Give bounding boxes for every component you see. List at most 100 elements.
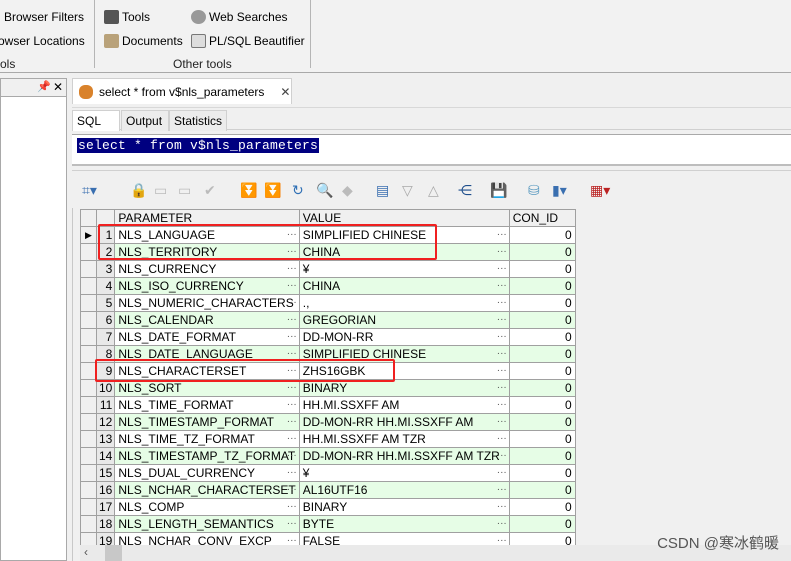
delete-record-icon[interactable]: ▭ bbox=[178, 183, 191, 197]
row-indicator[interactable] bbox=[80, 311, 97, 329]
browser-locations-button[interactable]: owser Locations bbox=[0, 34, 85, 48]
ellipsis-button[interactable]: ··· bbox=[287, 279, 297, 294]
cell-parameter[interactable]: NLS_COMP ··· bbox=[114, 498, 300, 516]
ellipsis-button[interactable]: ··· bbox=[497, 398, 507, 413]
save-icon[interactable]: 💾 bbox=[490, 183, 507, 197]
ellipsis-button[interactable]: ··· bbox=[497, 228, 507, 243]
cell-parameter[interactable]: NLS_DATE_FORMAT ··· bbox=[114, 328, 300, 346]
cell-con-id[interactable]: 0 bbox=[508, 379, 576, 397]
cell-con-id[interactable]: 0 bbox=[508, 328, 576, 346]
cell-con-id[interactable]: 0 bbox=[508, 294, 576, 312]
row-indicator[interactable] bbox=[80, 430, 97, 448]
cell-con-id[interactable]: 0 bbox=[508, 277, 576, 295]
cell-con-id[interactable]: 0 bbox=[508, 345, 576, 363]
cell-con-id[interactable]: 0 bbox=[508, 481, 576, 499]
select-icon[interactable]: ⌗▾ bbox=[82, 183, 97, 197]
insert-record-icon[interactable]: ▭ bbox=[154, 183, 167, 197]
cell-value[interactable]: DD-MON-RR ··· bbox=[298, 328, 510, 346]
cell-value[interactable]: HH.MI.SSXFF AM TZR ··· bbox=[298, 430, 510, 448]
row-indicator[interactable] bbox=[80, 260, 97, 278]
row-indicator[interactable] bbox=[80, 515, 97, 533]
table-row[interactable]: 4 NLS_ISO_CURRENCY ··· CHINA ··· 0 bbox=[80, 277, 576, 295]
chart-icon[interactable]: ▮▾ bbox=[552, 183, 567, 197]
ellipsis-button[interactable]: ··· bbox=[497, 466, 507, 481]
table-row[interactable]: 10 NLS_SORT ··· BINARY ··· 0 bbox=[80, 379, 576, 397]
ellipsis-button[interactable]: ··· bbox=[497, 313, 507, 328]
cell-con-id[interactable]: 0 bbox=[508, 243, 576, 261]
row-indicator[interactable] bbox=[80, 396, 97, 414]
documents-button[interactable]: Documents bbox=[104, 34, 183, 48]
table-row[interactable]: 13 NLS_TIME_TZ_FORMAT ··· HH.MI.SSXFF AM … bbox=[80, 430, 576, 448]
cell-parameter[interactable]: NLS_LENGTH_SEMANTICS ··· bbox=[114, 515, 300, 533]
row-indicator[interactable] bbox=[80, 328, 97, 346]
cell-con-id[interactable]: 0 bbox=[508, 515, 576, 533]
row-indicator[interactable] bbox=[80, 481, 97, 499]
ellipsis-button[interactable]: ··· bbox=[497, 483, 507, 498]
cell-con-id[interactable]: 0 bbox=[508, 362, 576, 380]
ellipsis-button[interactable]: ··· bbox=[497, 262, 507, 277]
ellipsis-button[interactable]: ··· bbox=[287, 517, 297, 532]
cell-con-id[interactable]: 0 bbox=[508, 311, 576, 329]
cell-con-id[interactable]: 0 bbox=[508, 260, 576, 278]
ellipsis-button[interactable]: ··· bbox=[287, 432, 297, 447]
table-row[interactable]: 3 NLS_CURRENCY ··· ¥ ··· 0 bbox=[80, 260, 576, 278]
table-row[interactable]: 16 NLS_NCHAR_CHARACTERSET ··· AL16UTF16 ··… bbox=[80, 481, 576, 499]
fetch-next-icon[interactable]: ⏬ bbox=[240, 183, 257, 197]
plsql-beautifier-button[interactable]: PL/SQL Beautifier bbox=[191, 34, 305, 48]
cell-value[interactable]: DD-MON-RR HH.MI.SSXFF AM TZR ··· bbox=[298, 447, 510, 465]
clear-icon[interactable]: ◆ bbox=[342, 183, 353, 197]
tab-output[interactable]: Output bbox=[121, 110, 169, 131]
ellipsis-button[interactable]: ··· bbox=[497, 517, 507, 532]
pin-icon[interactable]: 📌 bbox=[37, 80, 51, 93]
scroll-thumb[interactable] bbox=[105, 545, 122, 561]
ellipsis-button[interactable]: ··· bbox=[287, 449, 297, 464]
next-icon[interactable]: ▽ bbox=[402, 183, 413, 197]
cell-parameter[interactable]: NLS_CALENDAR ··· bbox=[114, 311, 300, 329]
cell-value[interactable]: HH.MI.SSXFF AM ··· bbox=[298, 396, 510, 414]
fetch-last-icon[interactable]: ⏬ bbox=[264, 183, 281, 197]
cell-con-id[interactable]: 0 bbox=[508, 430, 576, 448]
table-row[interactable]: 5 NLS_NUMERIC_CHARACTERS ··· ., ··· 0 bbox=[80, 294, 576, 312]
grid-options-icon[interactable]: ▦▾ bbox=[590, 183, 610, 197]
table-row[interactable]: 15 NLS_DUAL_CURRENCY ··· ¥ ··· 0 bbox=[80, 464, 576, 482]
cell-parameter[interactable]: NLS_TIMESTAMP_FORMAT ··· bbox=[114, 413, 300, 431]
row-indicator[interactable] bbox=[80, 447, 97, 465]
ellipsis-button[interactable]: ··· bbox=[497, 279, 507, 294]
row-indicator[interactable] bbox=[80, 379, 97, 397]
ellipsis-button[interactable]: ··· bbox=[287, 483, 297, 498]
table-row[interactable]: 7 NLS_DATE_FORMAT ··· DD-MON-RR ··· 0 bbox=[80, 328, 576, 346]
ellipsis-button[interactable]: ··· bbox=[497, 449, 507, 464]
scroll-left-icon[interactable]: ‹ bbox=[84, 545, 88, 559]
cell-parameter[interactable]: NLS_DUAL_CURRENCY ··· bbox=[114, 464, 300, 482]
row-indicator[interactable] bbox=[80, 277, 97, 295]
post-record-icon[interactable]: ✔ bbox=[204, 183, 216, 197]
cell-parameter[interactable]: NLS_CURRENCY ··· bbox=[114, 260, 300, 278]
ellipsis-button[interactable]: ··· bbox=[497, 364, 507, 379]
cell-con-id[interactable]: 0 bbox=[508, 447, 576, 465]
cell-value[interactable]: ¥ ··· bbox=[298, 464, 510, 482]
tree-icon[interactable]: ⋲ bbox=[458, 183, 472, 197]
cell-value[interactable]: BYTE ··· bbox=[298, 515, 510, 533]
tools-button[interactable]: Tools bbox=[104, 10, 150, 24]
browser-filters-button[interactable]: Browser Filters bbox=[4, 10, 84, 24]
cell-value[interactable]: GREGORIAN ··· bbox=[298, 311, 510, 329]
export-icon[interactable]: ⛁ bbox=[528, 183, 540, 197]
table-row[interactable]: 6 NLS_CALENDAR ··· GREGORIAN ··· 0 bbox=[80, 311, 576, 329]
cell-value[interactable]: CHINA ··· bbox=[298, 277, 510, 295]
close-icon[interactable]: ✕ bbox=[53, 80, 63, 94]
row-indicator[interactable] bbox=[80, 294, 97, 312]
row-indicator[interactable] bbox=[80, 464, 97, 482]
row-indicator[interactable]: ▶ bbox=[80, 226, 97, 244]
ellipsis-button[interactable]: ··· bbox=[497, 347, 507, 362]
cell-parameter[interactable]: NLS_NCHAR_CHARACTERSET ··· bbox=[114, 481, 300, 499]
cell-parameter[interactable]: NLS_ISO_CURRENCY ··· bbox=[114, 277, 300, 295]
cell-parameter[interactable]: NLS_TIME_FORMAT ··· bbox=[114, 396, 300, 414]
cell-con-id[interactable]: 0 bbox=[508, 464, 576, 482]
ellipsis-button[interactable]: ··· bbox=[497, 296, 507, 311]
ellipsis-button[interactable]: ··· bbox=[287, 466, 297, 481]
ellipsis-button[interactable]: ··· bbox=[287, 415, 297, 430]
ellipsis-button[interactable]: ··· bbox=[497, 500, 507, 515]
ellipsis-button[interactable]: ··· bbox=[287, 313, 297, 328]
web-searches-button[interactable]: Web Searches bbox=[191, 10, 288, 24]
ellipsis-button[interactable]: ··· bbox=[497, 432, 507, 447]
